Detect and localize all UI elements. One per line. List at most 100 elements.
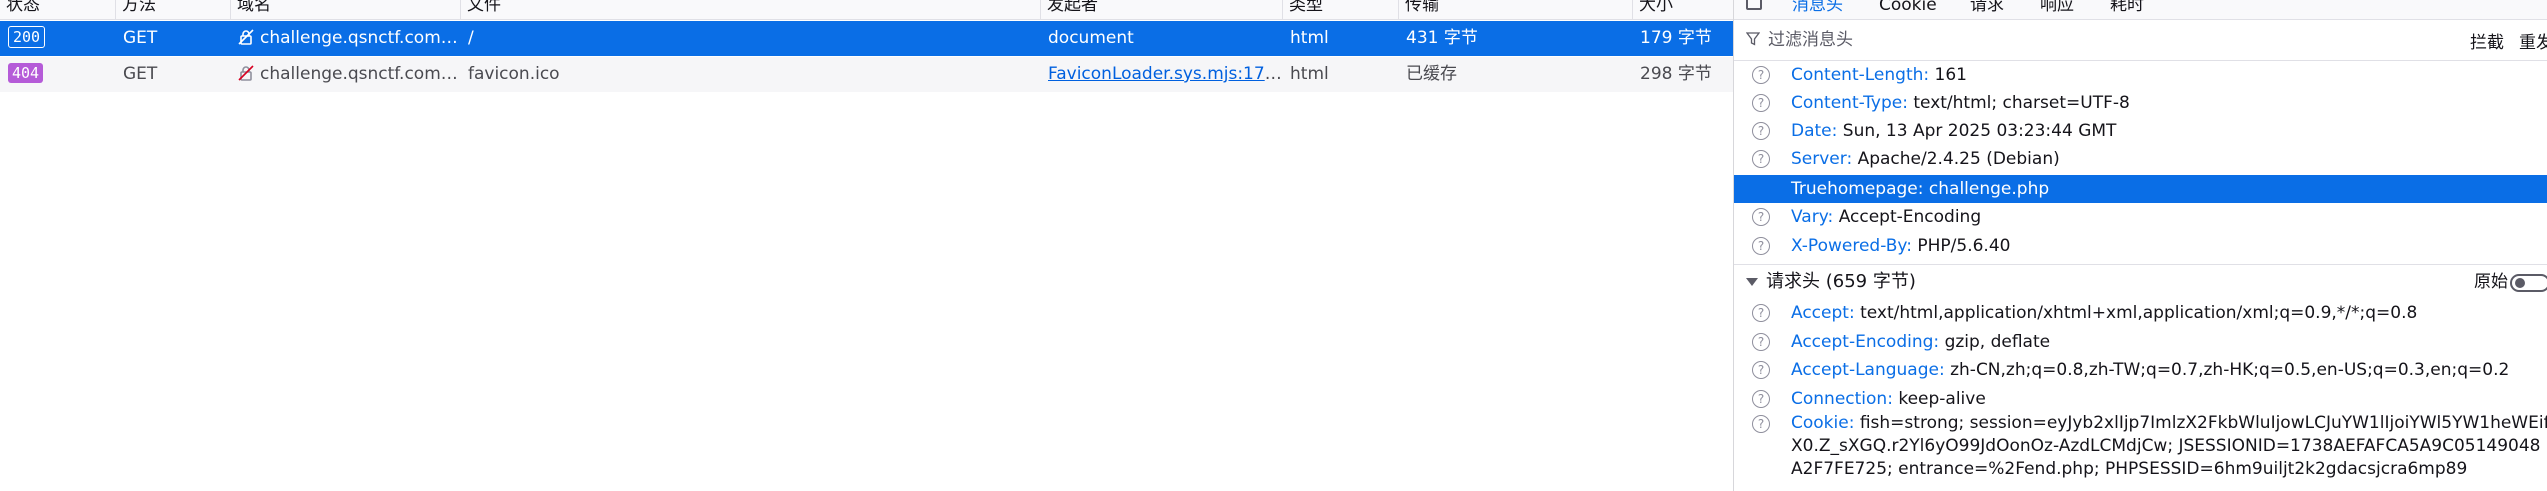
response-header-row-selected[interactable]: Truehomepage: challenge.php bbox=[1734, 175, 2547, 203]
status-cell: 200 bbox=[0, 21, 108, 56]
file-cell: / bbox=[468, 28, 474, 48]
header-name: Content-Type: bbox=[1791, 93, 1908, 113]
header-value: Apache/2.4.25 (Debian) bbox=[1857, 149, 2060, 169]
header-value: keep-alive bbox=[1898, 389, 1986, 409]
tab-cookies[interactable]: Cookie bbox=[1879, 0, 1937, 19]
request-header-row[interactable]: ? Accept: text/html,application/xhtml+xm… bbox=[1734, 299, 2547, 327]
details-tab-bar: 消息头 Cookie 请求 响应 耗时 bbox=[1734, 0, 2547, 20]
column-header-domain[interactable]: 域名 bbox=[230, 0, 457, 19]
header-name: Date: bbox=[1791, 121, 1838, 141]
response-header-row[interactable]: ? Content-Length: 161 bbox=[1734, 61, 2547, 89]
status-badge: 404 bbox=[8, 63, 44, 83]
header-name: Accept-Language: bbox=[1791, 360, 1945, 380]
status-cell: 404 bbox=[0, 57, 108, 92]
initiator-cell: FaviconLoader.sys.mjs:175 ... bbox=[1040, 57, 1283, 92]
resend-button[interactable]: 重发 bbox=[2519, 28, 2547, 53]
response-header-row[interactable]: ? Content-Type: text/html; charset=UTF-8 bbox=[1734, 89, 2547, 117]
help-icon[interactable]: ? bbox=[1752, 415, 1770, 433]
header-name: Accept-Encoding: bbox=[1791, 332, 1940, 352]
header-value: fish=strong; session=eyJyb2xlIjp7ImlzX2F… bbox=[1791, 413, 2547, 479]
header-value: challenge.php bbox=[1928, 179, 2050, 199]
request-row[interactable]: 200 GET challenge.qsnctf.com:... / docum… bbox=[0, 21, 1733, 56]
initiator-link[interactable]: FaviconLoader.sys.mjs:175 ... bbox=[1048, 64, 1283, 84]
transferred-cell: 已缓存 bbox=[1406, 64, 1457, 84]
column-header-type[interactable]: 类型 bbox=[1282, 0, 1399, 19]
size-cell: 298 字节 bbox=[1640, 64, 1712, 84]
help-icon[interactable]: ? bbox=[1752, 208, 1770, 226]
header-name: Cookie: bbox=[1791, 413, 1855, 433]
tab-timings[interactable]: 耗时 bbox=[2110, 0, 2144, 19]
request-details-panel: 消息头 Cookie 请求 响应 耗时 拦截 重发 ? Content-Leng… bbox=[1734, 0, 2547, 491]
column-header-size[interactable]: 大小 bbox=[1632, 0, 1734, 19]
block-button[interactable]: 拦截 bbox=[2470, 28, 2504, 53]
file-cell: favicon.ico bbox=[468, 64, 560, 84]
help-icon[interactable]: ? bbox=[1752, 390, 1770, 408]
type-cell: html bbox=[1290, 28, 1329, 48]
domain-cell: challenge.qsnctf.com:... bbox=[230, 21, 460, 56]
type-cell: html bbox=[1290, 64, 1329, 84]
header-name: Accept: bbox=[1791, 303, 1855, 323]
method-cell: GET bbox=[123, 64, 158, 84]
header-name: Connection: bbox=[1791, 389, 1893, 409]
help-icon[interactable]: ? bbox=[1752, 66, 1770, 84]
request-table-header: 状态 方法 域名 文件 发起者 类型 传输 大小 bbox=[0, 0, 1733, 20]
header-value: text/html,application/xhtml+xml,applicat… bbox=[1860, 303, 2418, 323]
tab-response[interactable]: 响应 bbox=[2040, 0, 2074, 19]
header-name: Server: bbox=[1791, 149, 1853, 169]
header-value: Sun, 13 Apr 2025 03:23:44 GMT bbox=[1842, 121, 2117, 141]
header-name: Content-Length: bbox=[1791, 65, 1930, 85]
request-headers-section[interactable]: 请求头 (659 字节) 原始 bbox=[1734, 264, 2547, 299]
help-icon[interactable]: ? bbox=[1752, 237, 1770, 255]
raw-toggle-switch[interactable] bbox=[2510, 274, 2547, 292]
help-icon[interactable]: ? bbox=[1752, 304, 1770, 322]
tab-request[interactable]: 请求 bbox=[1970, 0, 2004, 19]
header-value: 161 bbox=[1934, 65, 1967, 85]
insecure-lock-icon bbox=[238, 64, 254, 81]
column-header-status[interactable]: 状态 bbox=[0, 0, 114, 19]
header-value: gzip, deflate bbox=[1944, 332, 2051, 352]
help-icon[interactable]: ? bbox=[1752, 361, 1770, 379]
header-name: Vary: bbox=[1791, 207, 1834, 227]
request-header-row[interactable]: ? Accept-Language: zh-CN,zh;q=0.8,zh-TW;… bbox=[1734, 356, 2547, 384]
header-filter-bar: 拦截 重发 bbox=[1734, 20, 2547, 61]
method-cell: GET bbox=[123, 28, 158, 48]
header-value: text/html; charset=UTF-8 bbox=[1913, 93, 2130, 113]
expand-triangle-icon[interactable] bbox=[1746, 278, 1758, 286]
filter-icon bbox=[1746, 32, 1760, 46]
status-badge: 200 bbox=[8, 26, 46, 48]
header-value: PHP/5.6.40 bbox=[1917, 236, 2011, 256]
column-header-initiator[interactable]: 发起者 bbox=[1040, 0, 1287, 19]
domain-text: challenge.qsnctf.com:... bbox=[260, 28, 460, 48]
request-header-row[interactable]: ? Accept-Encoding: gzip, deflate bbox=[1734, 328, 2547, 356]
header-name: X-Powered-By: bbox=[1791, 236, 1912, 256]
help-icon[interactable]: ? bbox=[1752, 94, 1770, 112]
size-cell: 179 字节 bbox=[1640, 28, 1712, 48]
column-header-method[interactable]: 方法 bbox=[115, 0, 232, 19]
tab-headers[interactable]: 消息头 bbox=[1792, 0, 1843, 19]
transferred-cell: 431 字节 bbox=[1406, 28, 1478, 48]
initiator-cell: document bbox=[1048, 28, 1134, 48]
help-icon[interactable]: ? bbox=[1752, 122, 1770, 140]
help-icon[interactable]: ? bbox=[1752, 333, 1770, 351]
domain-text: challenge.qsnctf.com:... bbox=[260, 64, 460, 84]
dock-panel-icon[interactable] bbox=[1746, 0, 1762, 10]
section-title: 请求头 (659 字节) bbox=[1766, 271, 1916, 292]
raw-toggle-label: 原始 bbox=[2474, 272, 2508, 292]
cookie-header-value-block[interactable]: Cookie: fish=strong; session=eyJyb2xlIjp… bbox=[1791, 412, 2547, 481]
request-row[interactable]: 404 GET challenge.qsnctf.com:... favicon… bbox=[0, 57, 1733, 92]
domain-cell: challenge.qsnctf.com:... bbox=[230, 57, 460, 92]
header-filter-input[interactable] bbox=[1768, 26, 2328, 54]
header-name: Truehomepage: bbox=[1791, 179, 1924, 199]
column-header-file[interactable]: 文件 bbox=[460, 0, 1042, 19]
header-value: Accept-Encoding bbox=[1838, 207, 1982, 227]
response-header-row[interactable]: ? X-Powered-By: PHP/5.6.40 bbox=[1734, 232, 2547, 260]
help-icon[interactable]: ? bbox=[1752, 150, 1770, 168]
network-request-list: 状态 方法 域名 文件 发起者 类型 传输 大小 200 GET challen… bbox=[0, 0, 1734, 491]
header-value: zh-CN,zh;q=0.8,zh-TW;q=0.7,zh-HK;q=0.5,e… bbox=[1950, 360, 2510, 380]
response-header-row[interactable]: ? Date: Sun, 13 Apr 2025 03:23:44 GMT bbox=[1734, 117, 2547, 145]
column-header-transferred[interactable]: 传输 bbox=[1398, 0, 1635, 19]
response-header-row[interactable]: ? Vary: Accept-Encoding bbox=[1734, 203, 2547, 231]
request-header-row[interactable]: ? Connection: keep-alive bbox=[1734, 385, 2547, 413]
response-header-row[interactable]: ? Server: Apache/2.4.25 (Debian) bbox=[1734, 145, 2547, 173]
insecure-lock-icon bbox=[238, 28, 254, 45]
